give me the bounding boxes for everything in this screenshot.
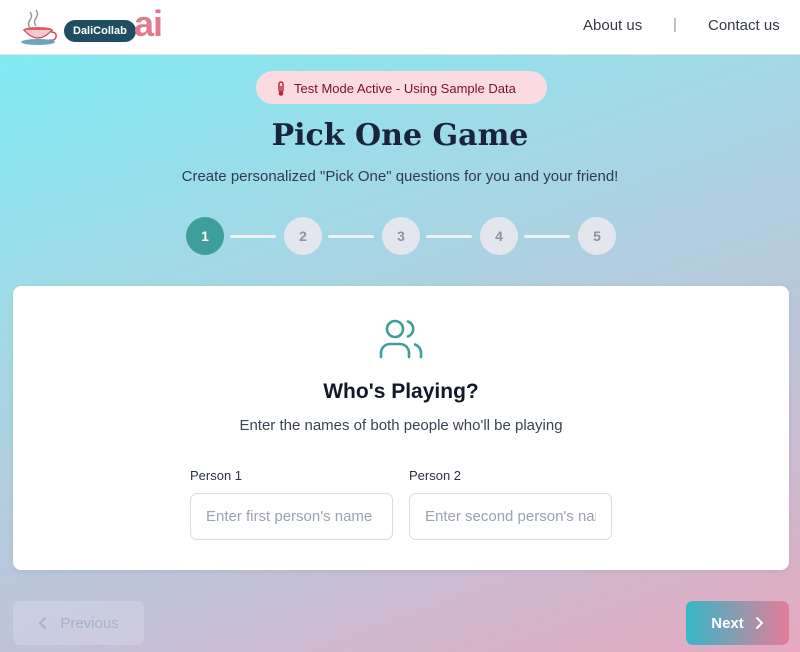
page-title: Pick One Game (271, 118, 529, 153)
page-subtitle: Create personalized "Pick One" questions… (181, 168, 619, 185)
card-description: Enter the names of both people who'll be… (239, 417, 563, 434)
test-mode-banner: Test Mode Active - Using Sample Data (256, 71, 547, 104)
progress-stepper: 1 2 3 4 5 (186, 217, 616, 255)
nav-contact-us[interactable]: Contact us (708, 17, 780, 34)
chevron-left-icon (39, 617, 47, 629)
nav-about-us[interactable]: About us (583, 17, 642, 34)
person-1-label: Person 1 (190, 468, 243, 483)
step-connector (426, 235, 472, 238)
thermometer-icon (278, 80, 284, 96)
step-connector (524, 235, 570, 238)
step-4: 4 (480, 217, 518, 255)
step-1: 1 (186, 217, 224, 255)
next-button[interactable]: Next (686, 601, 789, 645)
step-connector (328, 235, 374, 238)
step-5: 5 (578, 217, 616, 255)
logo-suffix: ai (134, 3, 163, 44)
logo-text: DaliCollab (64, 20, 136, 42)
card-title: Who's Playing? (323, 380, 479, 403)
person-2-input[interactable] (409, 493, 612, 540)
person-2-label: Person 2 (409, 468, 462, 483)
next-label: Next (711, 614, 744, 632)
nav-separator: | (673, 16, 677, 33)
logo[interactable]: DaliCollab ai (20, 3, 165, 48)
chevron-right-icon (755, 617, 763, 629)
step-3: 3 (382, 217, 420, 255)
previous-label: Previous (60, 614, 119, 632)
players-card: Who's Playing? Enter the names of both p… (13, 286, 789, 570)
person-1-input[interactable] (190, 493, 393, 540)
top-navbar: DaliCollab ai About us | Contact us (0, 0, 800, 55)
step-connector (230, 235, 276, 238)
users-icon (379, 319, 423, 359)
previous-button[interactable]: Previous (13, 601, 144, 645)
banner-text: Test Mode Active - Using Sample Data (294, 81, 516, 97)
step-2: 2 (284, 217, 322, 255)
teacup-icon (21, 9, 57, 45)
